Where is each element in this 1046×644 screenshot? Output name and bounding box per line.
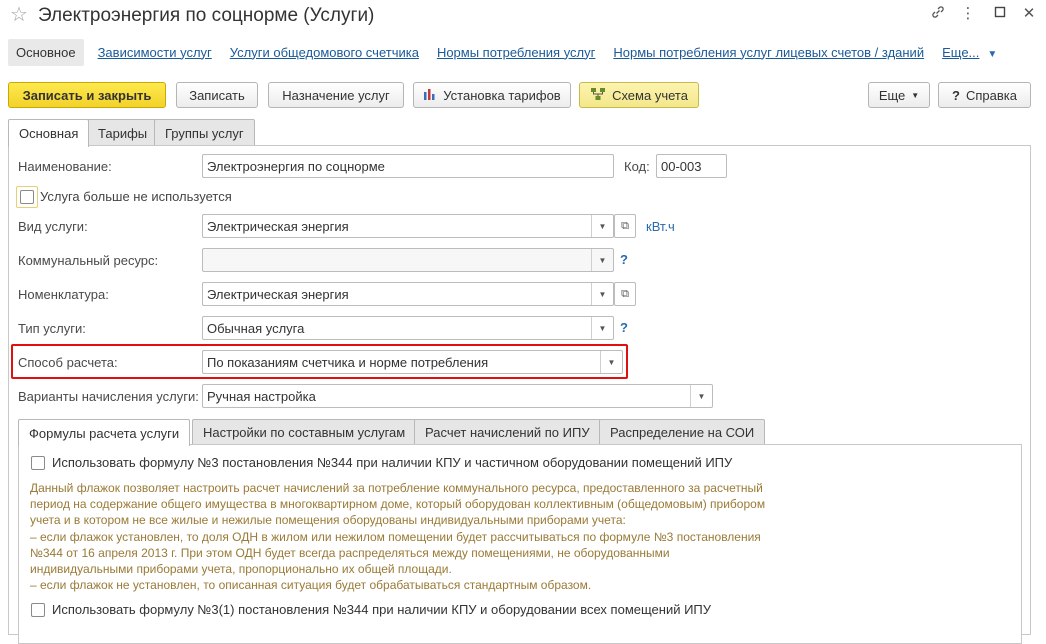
formula3-label: Использовать формулу №3 постановления №3…: [52, 455, 733, 470]
caret-down-icon: ▼: [911, 90, 920, 100]
nav-link-dependencies[interactable]: Зависимости услуг: [98, 45, 212, 60]
name-input-value: Электроэнергия по соцнорме: [207, 158, 385, 174]
resource-select[interactable]: ▼: [202, 248, 614, 272]
set-tariffs-label: Установка тарифов: [443, 87, 561, 103]
nomenclature-label: Номенклатура:: [18, 287, 109, 302]
variants-label: Варианты начисления услуги:: [18, 389, 199, 404]
tab-main[interactable]: Основная: [8, 119, 90, 147]
resource-label: Коммунальный ресурс:: [18, 253, 159, 268]
save-button[interactable]: Записать: [176, 82, 258, 108]
tab-formulas[interactable]: Формулы расчета услуги: [18, 419, 191, 446]
nav-more-link[interactable]: Еще... ▼: [942, 45, 997, 60]
nav-link-norms[interactable]: Нормы потребления услуг: [437, 45, 595, 60]
tab-composite-settings[interactable]: Настройки по составным услугам: [192, 419, 417, 445]
nomenclature-select[interactable]: Электрическая энергия ▼: [202, 282, 614, 306]
service-type-value: Обычная услуга: [207, 320, 305, 336]
variants-select[interactable]: Ручная настройка ▼: [202, 384, 713, 408]
formula3-checkbox[interactable]: [31, 456, 45, 470]
maximize-icon[interactable]: [990, 4, 1010, 24]
nav-current-main[interactable]: Основное: [8, 38, 84, 66]
nav-more-label: Еще...: [942, 44, 980, 60]
more-actions-button[interactable]: Еще ▼: [868, 82, 930, 108]
code-label: Код:: [624, 159, 650, 174]
unused-checkbox[interactable]: [16, 186, 38, 208]
calc-method-select[interactable]: По показаниям счетчика и норме потреблен…: [202, 350, 623, 374]
more-vertical-icon[interactable]: ⋮: [958, 4, 978, 24]
chevron-down-icon[interactable]: ▼: [600, 351, 622, 373]
question-icon: ?: [952, 87, 960, 103]
bar-chart-icon: [423, 88, 437, 103]
calc-method-value: По показаниям счетчика и норме потреблен…: [207, 354, 489, 370]
unit-link[interactable]: кВт.ч: [646, 219, 675, 234]
chevron-down-icon[interactable]: ▼: [591, 283, 613, 305]
code-input[interactable]: 00-003: [656, 154, 727, 178]
nav-link-common-meter[interactable]: Услуги общедомового счетчика: [230, 45, 419, 60]
open-item-icon[interactable]: ⧉: [614, 214, 636, 238]
link-icon[interactable]: [928, 4, 948, 24]
open-item-icon[interactable]: ⧉: [614, 282, 636, 306]
scheme-icon: [590, 87, 606, 104]
variants-value: Ручная настройка: [207, 388, 316, 404]
accounting-scheme-button[interactable]: Схема учета: [579, 82, 699, 108]
tab-soi-distribution[interactable]: Распределение на СОИ: [599, 419, 766, 445]
code-input-value: 00-003: [661, 158, 702, 174]
assign-services-button[interactable]: Назначение услуг: [268, 82, 404, 108]
help-label: Справка: [965, 87, 1017, 103]
favorite-star-icon[interactable]: ☆: [10, 4, 28, 26]
service-kind-value: Электрическая энергия: [207, 218, 349, 234]
caret-down-icon: ▼: [987, 48, 998, 60]
accounting-scheme-label: Схема учета: [612, 87, 688, 103]
service-kind-label: Вид услуги:: [18, 219, 88, 234]
nav-link-account-norms[interactable]: Нормы потребления услуг лицевых счетов /…: [613, 45, 924, 60]
help-question-icon[interactable]: ?: [620, 252, 628, 267]
nav-bar: Основное Зависимости услуг Услуги общедо…: [8, 38, 997, 66]
window-title: Электроэнергия по соцнорме (Услуги): [38, 5, 375, 26]
unused-checkbox-box: [20, 190, 34, 204]
formula31-label: Использовать формулу №3(1) постановления…: [52, 602, 712, 617]
chevron-down-icon[interactable]: ▼: [591, 317, 613, 339]
formula3-description: Данный флажок позволяет настроить расчет…: [30, 481, 766, 593]
calc-method-label: Способ расчета:: [18, 355, 118, 370]
close-icon[interactable]: ✕: [1019, 4, 1039, 24]
set-tariffs-button[interactable]: Установка тарифов: [413, 82, 571, 108]
tab-ipu-calc[interactable]: Расчет начислений по ИПУ: [414, 419, 601, 445]
help-button[interactable]: ? Справка: [938, 82, 1031, 108]
help-question-icon[interactable]: ?: [620, 320, 628, 335]
service-type-label: Тип услуги:: [18, 321, 86, 336]
service-kind-select[interactable]: Электрическая энергия ▼: [202, 214, 614, 238]
chevron-down-icon[interactable]: ▼: [690, 385, 712, 407]
name-input[interactable]: Электроэнергия по соцнорме: [202, 154, 614, 178]
name-label: Наименование:: [18, 159, 112, 174]
chevron-down-icon[interactable]: ▼: [591, 215, 613, 237]
unused-label: Услуга больше не используется: [40, 189, 232, 204]
service-type-select[interactable]: Обычная услуга ▼: [202, 316, 614, 340]
tab-tariffs[interactable]: Тарифы: [87, 119, 159, 146]
nomenclature-value: Электрическая энергия: [207, 286, 349, 302]
save-close-button[interactable]: Записать и закрыть: [8, 82, 166, 108]
formula31-checkbox[interactable]: [31, 603, 45, 617]
chevron-down-icon[interactable]: ▼: [591, 249, 613, 271]
tab-service-groups[interactable]: Группы услуг: [154, 119, 255, 146]
more-actions-label: Еще: [878, 87, 906, 103]
